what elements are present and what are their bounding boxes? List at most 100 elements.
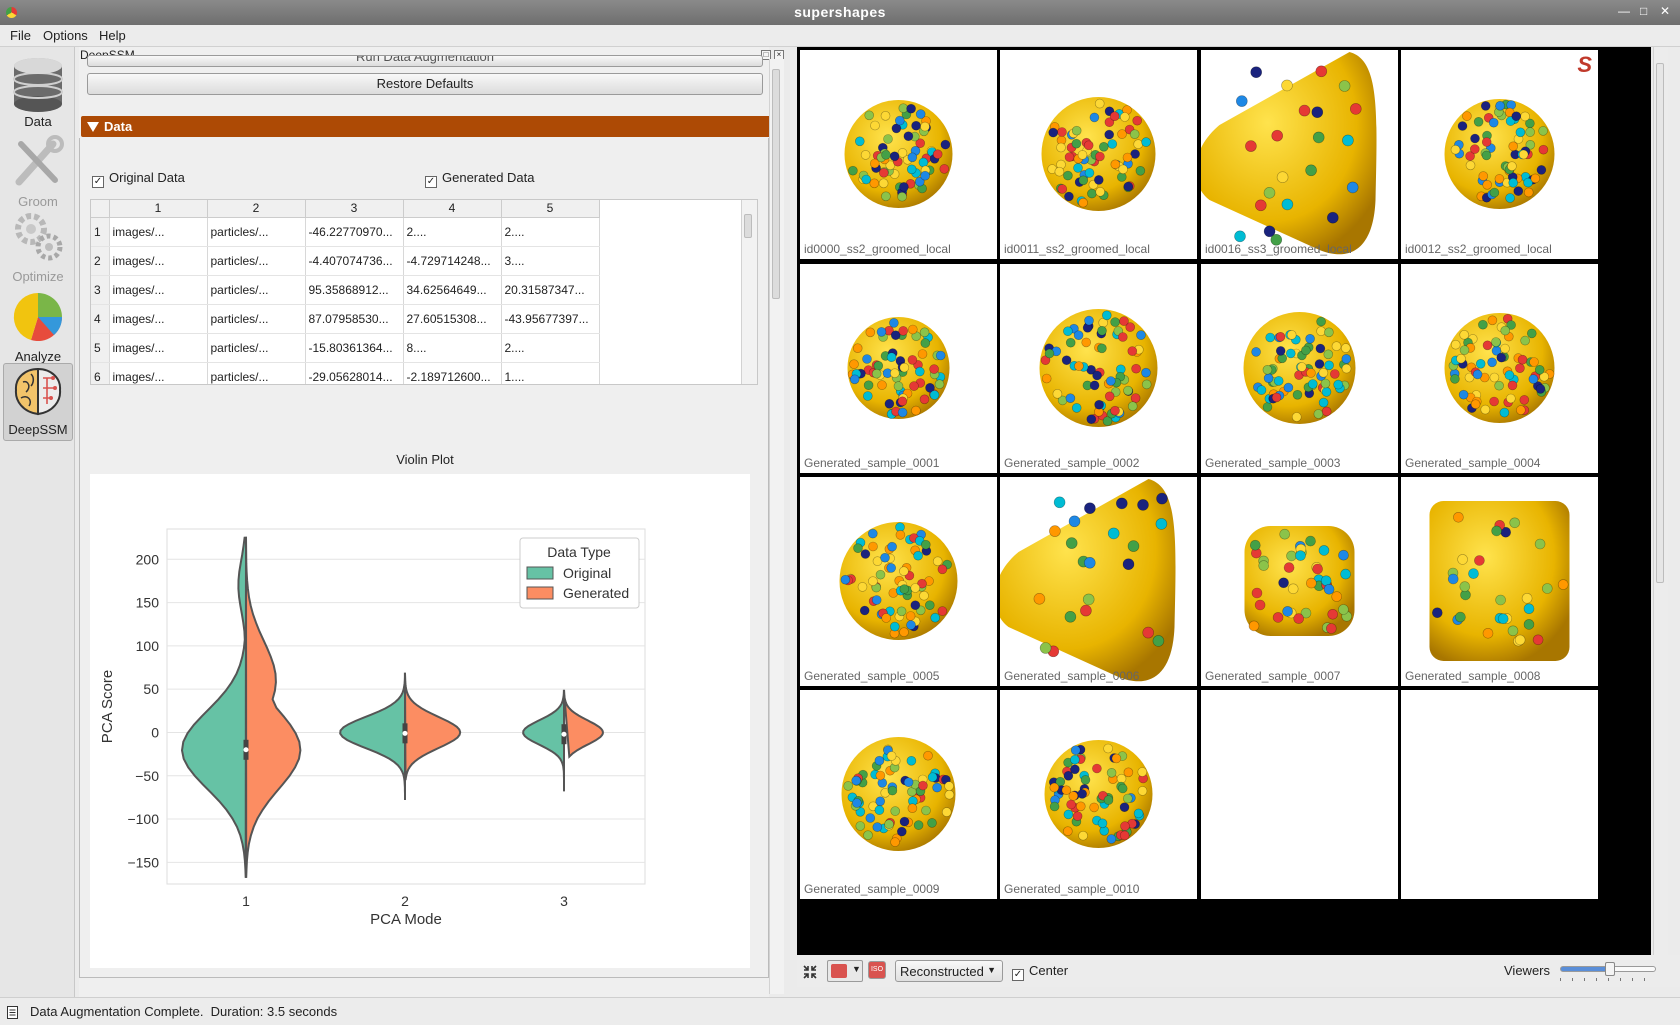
display-mode-select[interactable]: Reconstructed ▼ bbox=[895, 960, 1003, 982]
table-cell[interactable]: 34.62564649... bbox=[403, 275, 502, 305]
viewer-cell[interactable]: Generated_sample_0008 bbox=[1401, 477, 1598, 686]
table-cell[interactable]: particles/... bbox=[207, 246, 306, 276]
viewer-cell[interactable]: id0012_ss2_groomed_local S bbox=[1401, 50, 1598, 259]
table-cell[interactable]: images/... bbox=[109, 246, 208, 276]
minimize-icon[interactable]: — bbox=[1618, 4, 1630, 18]
tool-optimize[interactable]: Optimize bbox=[3, 209, 73, 287]
viewers-slider[interactable] bbox=[1560, 962, 1656, 976]
table-row[interactable]: 4 images/... particles/... 87.07958530... 27… bbox=[91, 304, 600, 334]
dock-scrollbar[interactable] bbox=[769, 59, 784, 994]
table-cell[interactable]: 95.35868912... bbox=[305, 275, 404, 305]
tool-groom[interactable]: Groom bbox=[3, 134, 73, 212]
table-cell[interactable]: 27.60515308... bbox=[403, 304, 502, 334]
table-scrollbar-thumb[interactable] bbox=[744, 214, 752, 238]
table-row[interactable]: 5 images/... particles/... -15.80361364... 8… bbox=[91, 333, 600, 363]
row-number[interactable]: 5 bbox=[91, 333, 110, 363]
table-scrollbar[interactable] bbox=[741, 200, 757, 384]
column-header[interactable]: 3 bbox=[305, 200, 404, 218]
viewer-scrollbar[interactable] bbox=[1653, 47, 1668, 955]
row-number[interactable]: 1 bbox=[91, 217, 110, 247]
viewers-slider-handle[interactable] bbox=[1605, 962, 1615, 976]
table-row[interactable]: 1 images/... particles/... -46.22770970... 2… bbox=[91, 217, 600, 247]
row-number[interactable]: 2 bbox=[91, 246, 110, 276]
viewer-cell[interactable]: Generated_sample_0009 bbox=[800, 690, 997, 899]
tool-analyze[interactable]: Analyze bbox=[3, 289, 73, 367]
table-cell[interactable]: 87.07958530... bbox=[305, 304, 404, 334]
maximize-icon[interactable]: □ bbox=[1640, 4, 1647, 18]
table-cell[interactable]: particles/... bbox=[207, 362, 306, 384]
tool-data[interactable]: Data bbox=[3, 54, 73, 132]
table-cell[interactable]: particles/... bbox=[207, 217, 306, 247]
correspondence-particle bbox=[1312, 131, 1325, 144]
tool-deepssm[interactable]: DeepSSM bbox=[3, 363, 73, 441]
table-cell[interactable]: -29.05628014... bbox=[305, 362, 404, 384]
close-icon[interactable]: ✕ bbox=[1660, 4, 1670, 18]
run-augmentation-button[interactable]: Run Data Augmentation bbox=[87, 55, 763, 67]
view-mode-dropdown[interactable]: ▼ bbox=[827, 960, 863, 982]
viewer-cell[interactable]: Generated_sample_0005 bbox=[800, 477, 997, 686]
shape-viewer-grid[interactable]: id0000_ss2_groomed_local id0011_ss2_groom… bbox=[797, 47, 1651, 955]
viewer-cell[interactable]: Generated_sample_0010 bbox=[1000, 690, 1197, 899]
correspondence-particle bbox=[899, 584, 910, 594]
correspondence-particle bbox=[1538, 144, 1549, 155]
restore-defaults-button[interactable]: Restore Defaults bbox=[87, 73, 763, 95]
viewer-cell[interactable]: Generated_sample_0006 bbox=[1000, 477, 1197, 686]
table-cell[interactable]: images/... bbox=[109, 362, 208, 384]
viewer-cell[interactable]: Generated_sample_0003 bbox=[1201, 264, 1398, 473]
table-cell[interactable]: images/... bbox=[109, 304, 208, 334]
table-cell[interactable]: -4.729714248... bbox=[403, 246, 502, 276]
table-row[interactable]: 3 images/... particles/... 95.35868912... 34… bbox=[91, 275, 600, 305]
dock-scrollbar-thumb[interactable] bbox=[772, 69, 780, 299]
data-section-header[interactable]: Data bbox=[81, 116, 771, 137]
table-cell[interactable]: images/... bbox=[109, 275, 208, 305]
viewer-cell[interactable]: Generated_sample_0002 bbox=[1000, 264, 1197, 473]
row-number[interactable]: 6 bbox=[91, 362, 110, 384]
viewer-scrollbar-thumb[interactable] bbox=[1656, 63, 1664, 583]
column-header[interactable]: 4 bbox=[403, 200, 502, 218]
viewer-cell[interactable]: Generated_sample_0004 bbox=[1401, 264, 1598, 473]
menu-options[interactable]: Options bbox=[43, 28, 88, 43]
row-number[interactable]: 4 bbox=[91, 304, 110, 334]
empty-viewer-cell[interactable] bbox=[1401, 690, 1598, 899]
table-cell[interactable]: 20.31587347... bbox=[501, 275, 600, 305]
table-cell[interactable]: -46.22770970... bbox=[305, 217, 404, 247]
table-cell[interactable]: images/... bbox=[109, 333, 208, 363]
menu-file[interactable]: File bbox=[10, 28, 31, 43]
menu-help[interactable]: Help bbox=[99, 28, 126, 43]
row-number[interactable]: 3 bbox=[91, 275, 110, 305]
data-table[interactable]: 1 2 3 4 5 1 images/... particles/... -46.22… bbox=[90, 199, 758, 385]
table-cell[interactable]: 2.... bbox=[501, 217, 600, 247]
table-row[interactable]: 6 images/... particles/... -29.05628014... -… bbox=[91, 362, 600, 384]
column-header[interactable]: 2 bbox=[207, 200, 306, 218]
table-cell[interactable]: 1.... bbox=[501, 362, 600, 384]
viewer-cell[interactable]: id0000_ss2_groomed_local bbox=[800, 50, 997, 259]
table-cell[interactable]: 2.... bbox=[501, 333, 600, 363]
table-cell[interactable]: -43.95677397... bbox=[501, 304, 600, 334]
table-cell[interactable]: 3.... bbox=[501, 246, 600, 276]
original-data-checkbox[interactable]: ✓ Original Data bbox=[92, 170, 185, 188]
generated-data-checkbox[interactable]: ✓ Generated Data bbox=[425, 170, 535, 188]
empty-viewer-cell[interactable] bbox=[1201, 690, 1398, 899]
viewer-cell[interactable]: Generated_sample_0007 bbox=[1201, 477, 1398, 686]
log-icon[interactable] bbox=[7, 1006, 18, 1019]
fit-view-icon[interactable] bbox=[802, 964, 818, 980]
table-row[interactable]: 2 images/... particles/... -4.407074736... -… bbox=[91, 246, 600, 276]
table-cell[interactable]: particles/... bbox=[207, 333, 306, 363]
viewer-cell[interactable]: id0011_ss2_groomed_local bbox=[1000, 50, 1197, 259]
table-cell[interactable]: -4.407074736... bbox=[305, 246, 404, 276]
viewer-cell[interactable]: Generated_sample_0001 bbox=[800, 264, 997, 473]
table-cell[interactable]: 2.... bbox=[403, 217, 502, 247]
table-cell[interactable]: 8.... bbox=[403, 333, 502, 363]
column-header[interactable]: 1 bbox=[109, 200, 208, 218]
correspondence-particle bbox=[944, 789, 955, 800]
column-header[interactable]: 5 bbox=[501, 200, 600, 218]
table-cell[interactable]: -15.80361364... bbox=[305, 333, 404, 363]
iso-surface-icon[interactable]: ISO bbox=[868, 961, 886, 979]
viewer-cell[interactable]: id0016_ss3_groomed_local bbox=[1201, 50, 1398, 259]
table-cell[interactable]: particles/... bbox=[207, 275, 306, 305]
table-cell[interactable]: images/... bbox=[109, 217, 208, 247]
table-cell[interactable]: -2.189712600... bbox=[403, 362, 502, 384]
correspondence-particle bbox=[1109, 111, 1120, 121]
table-cell[interactable]: particles/... bbox=[207, 304, 306, 334]
center-checkbox[interactable]: ✓ Center bbox=[1012, 963, 1068, 981]
